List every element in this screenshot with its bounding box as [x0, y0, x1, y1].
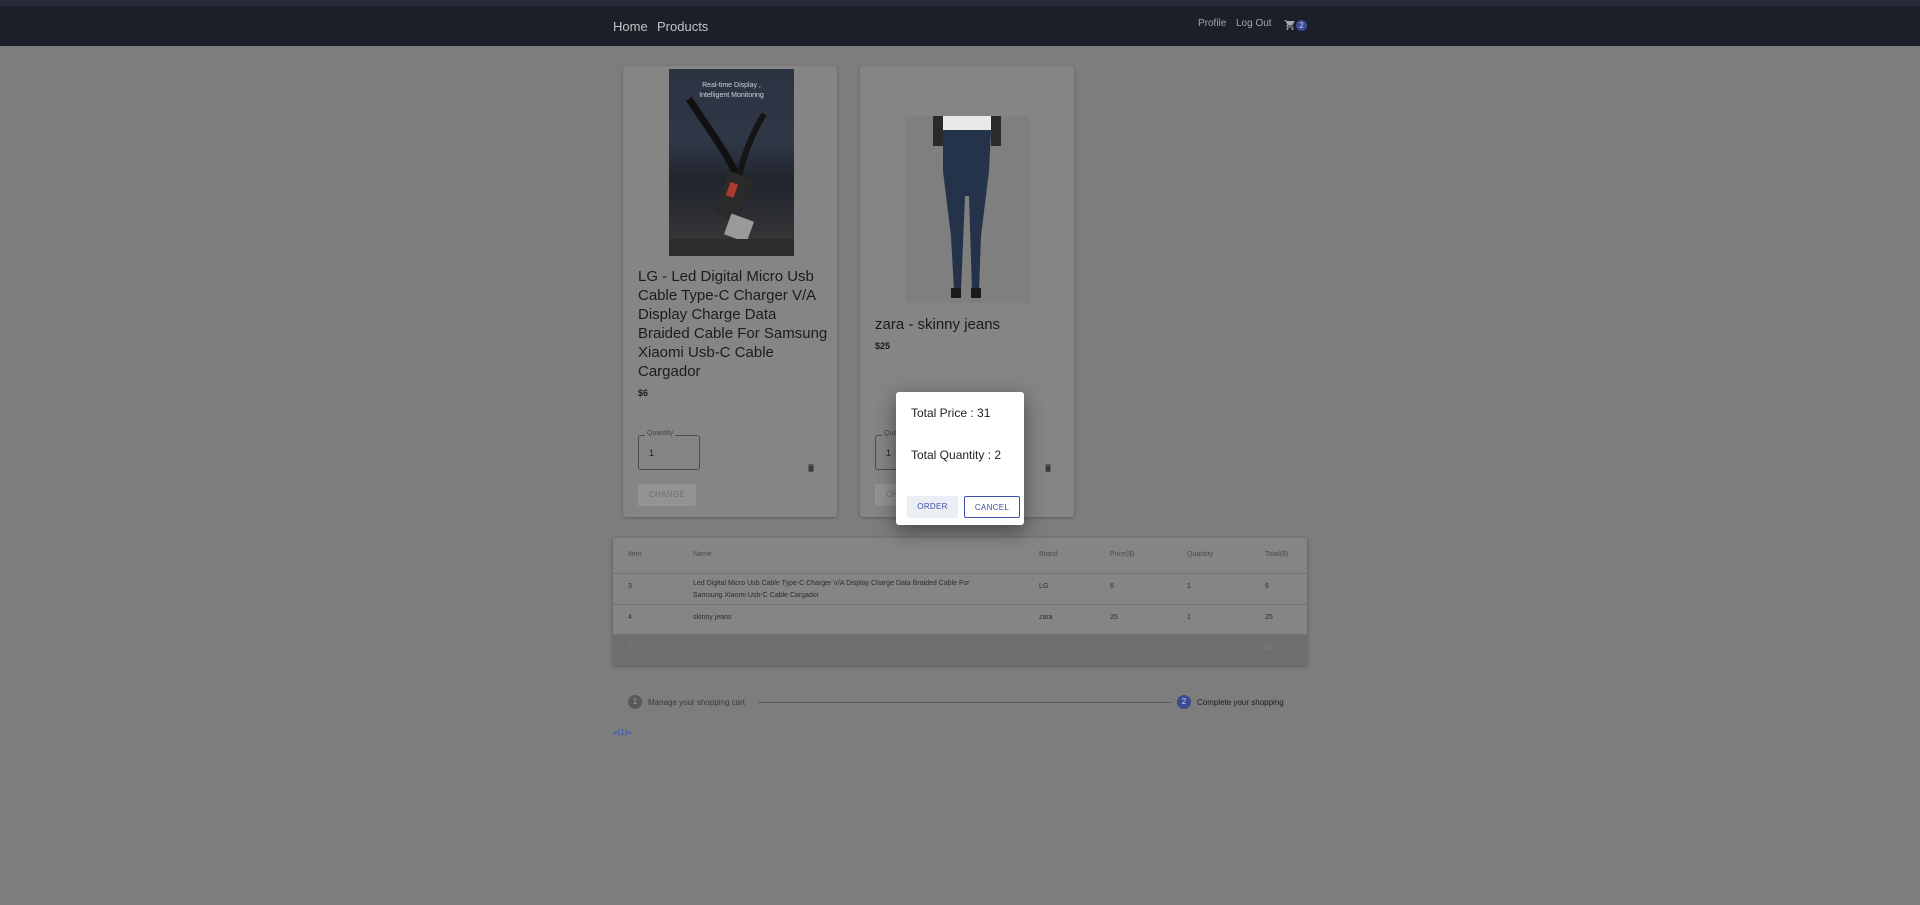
total-price: 31 [1265, 644, 1273, 651]
dialog-total-price: Total Price : 31 [911, 406, 991, 420]
product-image-caption: Real-time Display , Intelligent Monitori… [699, 82, 764, 99]
cart-count-badge: 2 [1296, 20, 1307, 31]
order-button[interactable]: ORDER [907, 496, 958, 518]
nav-home-link[interactable]: Home [613, 19, 648, 34]
table-total-row: 2 2 31 [613, 634, 1307, 665]
cell-price: 25 [1110, 614, 1118, 621]
product-image-jeans [905, 116, 1030, 303]
change-quantity-button[interactable]: CHANGE [638, 484, 696, 506]
step-2-label[interactable]: Complete your shopping [1197, 698, 1284, 707]
product-price: $6 [638, 388, 649, 398]
cell-quantity: 1 [1187, 583, 1191, 590]
product-price: $25 [875, 341, 891, 351]
cell-total: 6 [1265, 583, 1269, 590]
column-header-total: Total($) [1265, 551, 1289, 558]
quantity-label: Quantity [645, 430, 676, 437]
row-divider [613, 573, 1307, 574]
nav-logout-link[interactable]: Log Out [1236, 18, 1272, 29]
product-title: zara - skinny jeans [875, 316, 1001, 333]
step-connector [758, 702, 1171, 703]
quantity-value: 1 [649, 448, 655, 458]
pagination[interactable]: «(1)» [613, 728, 632, 737]
nav-profile-link[interactable]: Profile [1198, 18, 1226, 29]
top-navbar: Home Products Profile Log Out 2 [0, 0, 1920, 46]
cancel-button[interactable]: CANCEL [964, 496, 1020, 518]
step-1-number[interactable]: 1 [628, 695, 642, 709]
jeans-photo [905, 116, 1030, 303]
cell-brand: zara [1039, 614, 1053, 621]
total-items: 2 [628, 644, 632, 651]
column-header-name: Name [693, 551, 712, 558]
product-title: LG - Led Digital Micro Usb Cable Type-C … [638, 268, 828, 380]
cell-price: 6 [1110, 583, 1114, 590]
shopping-cart-icon [1284, 20, 1295, 30]
quantity-input[interactable]: Quantity 1 [638, 430, 700, 470]
delete-icon[interactable] [806, 462, 816, 474]
cell-brand: LG [1039, 583, 1049, 590]
step-2-number[interactable]: 2 [1177, 695, 1191, 709]
dialog-total-quantity: Total Quantity : 2 [911, 448, 1002, 462]
quantity-value: 1 [886, 448, 892, 458]
column-header-brand: Brand [1039, 551, 1058, 558]
total-quantity: 2 [1187, 644, 1191, 651]
delete-icon[interactable] [1043, 462, 1053, 474]
step-1-label[interactable]: Manage your shopping cart [648, 698, 745, 707]
cell-total: 25 [1265, 614, 1273, 621]
cell-name: Led Digital Micro Usb Cable Type-C Charg… [693, 580, 970, 599]
cell-item: 4 [628, 614, 632, 621]
nav-products-link[interactable]: Products [657, 19, 708, 34]
cell-quantity: 1 [1187, 614, 1191, 621]
row-divider [613, 604, 1307, 605]
cell-item: 3 [628, 583, 632, 590]
cart-button[interactable]: 2 [1284, 18, 1308, 34]
column-header-price: Price($) [1110, 551, 1135, 558]
order-summary-dialog: Total Price : 31 Total Quantity : 2 ORDE… [896, 392, 1024, 525]
product-card: Real-time Display , Intelligent Monitori… [623, 66, 837, 517]
product-image-cable: Real-time Display , Intelligent Monitori… [669, 69, 794, 256]
cell-name: skinny jeans [693, 614, 732, 621]
column-header-item: Item [628, 551, 642, 558]
column-header-quantity: Quantity [1187, 551, 1214, 558]
cart-table: Item Name Brand Price($) Quantity Total(… [613, 538, 1307, 665]
